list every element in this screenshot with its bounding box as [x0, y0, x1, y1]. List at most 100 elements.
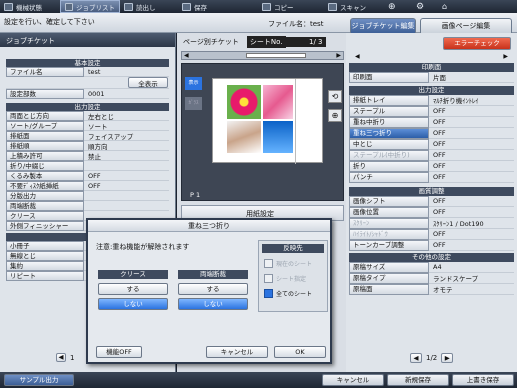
right-output-key[interactable]: 折り [349, 160, 429, 172]
right-output-value: ﾏﾙﾁ折り機ｲﾝﾄﾚｲ [433, 97, 479, 105]
image-quality-row: ﾊｲﾗｲﾄ/ｼｬﾄﾞｳ OFF [349, 228, 514, 240]
tab-job-ticket-edit[interactable]: ジョブチケット編集 [350, 18, 416, 33]
overlap-trifold-dialog: 重ね三つ折り 注意:重ね機能が解除されます クリース する しない 両端断裁 す… [86, 218, 332, 364]
print-face-key[interactable]: 印刷面 [349, 71, 429, 83]
output-setting-value: OFF [88, 171, 101, 180]
application-key[interactable]: 集約 [6, 260, 84, 271]
application-key[interactable]: 小冊子 [6, 240, 84, 251]
output-setting-key[interactable]: ソート/グループ [6, 120, 84, 131]
right-output-key[interactable]: ステープル(中折り) [349, 149, 429, 161]
dialog-ok-button[interactable]: OK [274, 346, 326, 358]
filename-key[interactable]: ファイル名 [6, 66, 84, 77]
trim-off-button[interactable]: しない [178, 298, 248, 310]
sheet-no-label: シートNo. [246, 36, 286, 48]
image-quality-key[interactable]: トーンカーブ調整 [349, 239, 429, 251]
settings-panel: エラーチェック ◀ ▶ 印刷面 印刷面 片面 出力設定 排紙トレイ ﾏﾙﾁ折り機ｲﾝﾄ… [346, 33, 517, 372]
preview-back-tab[interactable]: ｶﾞﾗｽ [185, 97, 202, 110]
right-output-key[interactable]: パンチ [349, 171, 429, 183]
output-setting-key[interactable]: 不要ﾃﾞｨｽｸ紙挿紙 [6, 180, 84, 191]
image-quality-key[interactable]: ﾊｲﾗｲﾄ/ｼｬﾄﾞｳ [349, 228, 429, 240]
image-quality-row: 画像シフト OFF [349, 195, 514, 207]
preview-front-tab[interactable]: 表示 [185, 77, 202, 90]
image-quality-key[interactable]: 画像シフト [349, 195, 429, 207]
overwrite-save-button[interactable]: 上書き保存 [452, 374, 514, 386]
apply-specified-sheet[interactable]: シート指定 [264, 273, 320, 284]
output-setting-key[interactable]: 上積み許可 [6, 150, 84, 161]
right-output-key[interactable]: 重ね三つ折り [349, 127, 429, 139]
menu-machine-status[interactable]: 機械状態 [0, 0, 60, 13]
right-scroll: ◀ ▶ [349, 53, 514, 63]
error-check-button[interactable]: エラーチェック [443, 37, 511, 50]
output-setting-key[interactable]: クリース [6, 210, 84, 221]
scroll-thumb[interactable] [246, 53, 306, 58]
output-setting-key[interactable]: くるみ製本 [6, 170, 84, 181]
menu-save[interactable]: 保存 [178, 0, 258, 13]
apply-current-sheet[interactable]: 現在のシート [264, 258, 320, 269]
image-quality-key[interactable]: ｽｸﾘｰﾝ [349, 217, 429, 229]
status-message: 設定を行い、確定して下さい [4, 18, 95, 26]
right-prev-icon[interactable]: ◀ [355, 53, 360, 60]
cancel-button[interactable]: キャンセル [322, 374, 384, 386]
output-setting-key[interactable]: 排紙順 [6, 140, 84, 151]
sample-output-button[interactable]: サンプル出力 [4, 374, 74, 386]
right-output-key[interactable]: ステープル [349, 105, 429, 117]
output-setting-key[interactable]: 外側フィニッシャー [6, 220, 84, 231]
function-off-button[interactable]: 機能OFF [96, 346, 142, 358]
apply-all-sheets[interactable]: 全てのシート [264, 288, 320, 299]
scroll-right-icon: ▶ [336, 52, 341, 59]
output-setting-key[interactable]: 両面とじ方向 [6, 110, 84, 121]
crease-on-button[interactable]: する [98, 283, 168, 295]
show-all-button[interactable]: 全表示 [128, 77, 168, 88]
output-setting-key[interactable]: 排紙面 [6, 130, 84, 141]
menu-copy[interactable]: コピー [258, 0, 324, 13]
right-next-icon[interactable]: ▶ [503, 53, 508, 60]
output-setting-row: 両端断裁 [6, 200, 169, 211]
output-setting-row: 上積み許可 禁止 [6, 150, 169, 161]
right-output-key[interactable]: 中とじ [349, 138, 429, 150]
checkbox-icon [264, 274, 273, 283]
right-next-button[interactable]: ▶ [441, 353, 454, 363]
application-key[interactable]: リピート [6, 270, 84, 281]
other-setting-key[interactable]: 原稿タイプ [349, 272, 429, 284]
other-setting-key[interactable]: 原稿サイズ [349, 261, 429, 273]
tab-image-page-edit[interactable]: 画像ページ編集 [420, 18, 512, 33]
set-count-key[interactable]: 設定部数 [6, 88, 84, 99]
output-setting-row: くるみ製本 OFF [6, 170, 169, 181]
image-quality-value: OFF [433, 230, 446, 238]
output-setting-key[interactable]: 両端断裁 [6, 200, 84, 211]
image-quality-key[interactable]: 画像位置 [349, 206, 429, 218]
image-quality-row: トーンカーブ調整 OFF [349, 239, 514, 251]
right-prev-button[interactable]: ◀ [410, 353, 422, 363]
menu-scan[interactable]: スキャン [324, 0, 384, 13]
right-output-value: OFF [433, 151, 446, 159]
other-setting-key[interactable]: 原稿面 [349, 283, 429, 295]
filename-row: ファイル名 test [6, 66, 169, 77]
read-icon [124, 2, 133, 11]
menu-read[interactable]: 読出し [120, 0, 178, 13]
crease-off-button[interactable]: しない [98, 298, 168, 310]
settings-button[interactable]: ⚙ [412, 0, 438, 13]
right-output-value: OFF [433, 118, 446, 126]
right-output-key[interactable]: 排紙トレイ [349, 94, 429, 106]
zoom-fit-button[interactable]: ⟲ [328, 90, 342, 103]
output-setting-value: 禁止 [88, 152, 101, 161]
sheet-scrollbar[interactable]: ◀ ▶ [181, 51, 344, 60]
output-setting-key[interactable]: 折り/中綴じ [6, 160, 84, 171]
globe-button[interactable]: ⊕ [384, 0, 412, 13]
left-prev-button[interactable]: ◀ [56, 353, 66, 362]
right-output-value: OFF [433, 162, 446, 170]
menu-job-list[interactable]: ジョブリスト [60, 0, 120, 13]
application-key[interactable]: 無線とじ [6, 250, 84, 261]
dialog-cancel-button[interactable]: キャンセル [206, 346, 268, 358]
home-button[interactable]: ⌂ [438, 0, 458, 13]
new-save-button[interactable]: 新規保存 [387, 374, 449, 386]
page-ticket-label: ページ別チケット [183, 38, 239, 46]
right-output-row: パンチ OFF [349, 171, 514, 183]
trim-on-button[interactable]: する [178, 283, 248, 295]
right-output-key[interactable]: 重ね中折り [349, 116, 429, 128]
zoom-in-button[interactable]: ⊕ [328, 109, 342, 122]
other-setting-value: オモテ [433, 286, 453, 294]
zoom-in-icon: ⊕ [331, 111, 339, 120]
output-setting-key[interactable]: 分版出力 [6, 190, 84, 201]
dialog-title: 重ね三つ折り [88, 220, 330, 232]
